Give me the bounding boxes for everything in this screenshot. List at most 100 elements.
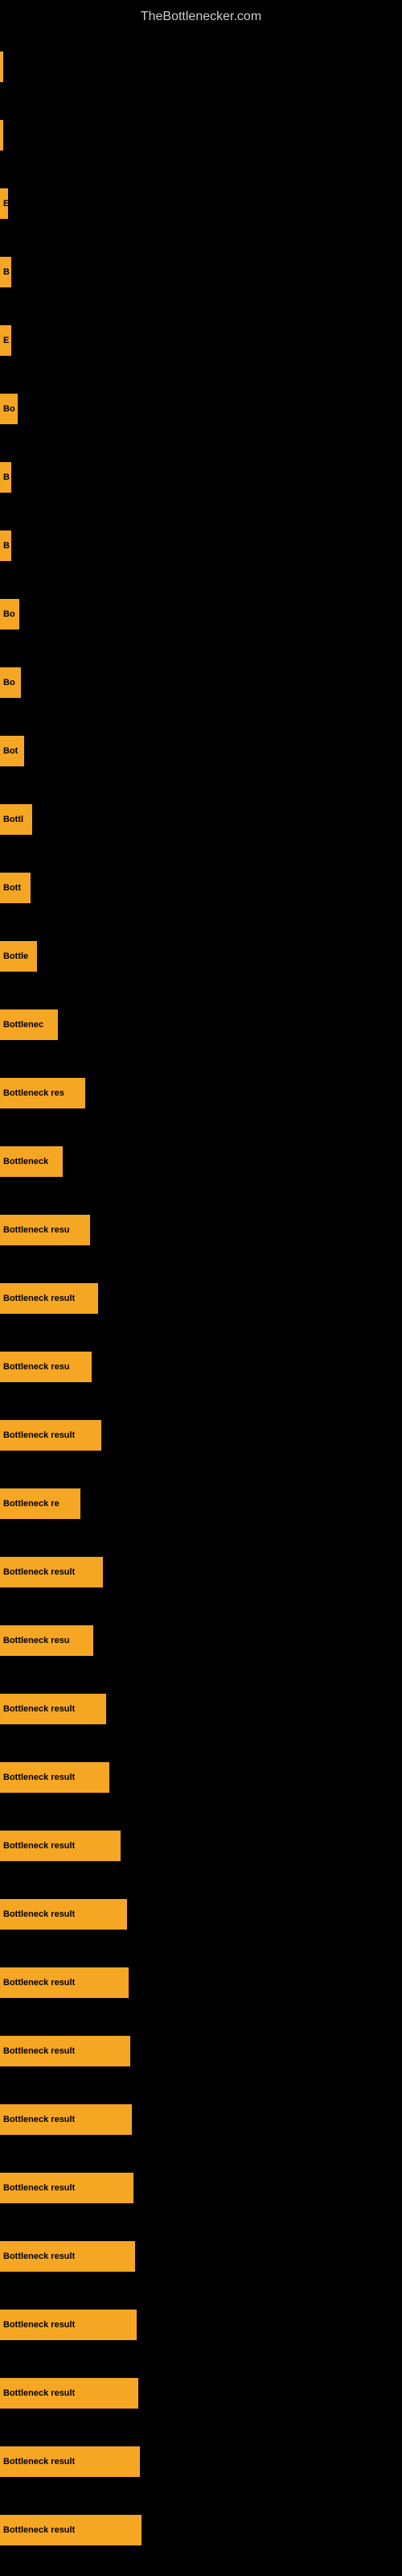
bar-label-29: Bottleneck result [3, 1978, 75, 1988]
bar-label-11: Bot [3, 746, 18, 756]
bar-15: Bottlenec [0, 1009, 58, 1040]
bar-4: B [0, 257, 11, 287]
bar-label-17: Bottleneck [3, 1157, 48, 1166]
bar-row: Bottleneck result [0, 1743, 402, 1811]
bar-19: Bottleneck result [0, 1283, 98, 1314]
bar-label-14: Bottle [3, 952, 28, 961]
bar-9: Bo [0, 599, 19, 630]
bar-label-3: E [3, 199, 8, 208]
bar-31: Bottleneck result [0, 2104, 132, 2135]
bar-13: Bott [0, 873, 31, 903]
bar-23: Bottleneck result [0, 1557, 103, 1587]
bar-row: Bottleneck resu [0, 1195, 402, 1264]
bar-10: Bo [0, 667, 21, 698]
bar-32: Bottleneck result [0, 2173, 133, 2203]
bar-label-31: Bottleneck result [3, 2115, 75, 2124]
bar-label-30: Bottleneck result [3, 2046, 75, 2056]
bar-12: Bottl [0, 804, 32, 835]
bar-label-24: Bottleneck resu [3, 1636, 70, 1645]
bars-container: | | E B E Bo B B Bo Bo Bot Bottl Bott Bottle Bottlenec… [0, 32, 402, 2564]
bar-label-28: Bottleneck result [3, 1909, 75, 1919]
bar-row: Bottleneck result [0, 1880, 402, 1948]
bar-label-7: B [3, 473, 10, 482]
bar-17: Bottleneck [0, 1146, 63, 1177]
bar-37: Bottleneck result [0, 2515, 142, 2545]
bar-29: Bottleneck result [0, 1967, 129, 1998]
bar-28: Bottleneck result [0, 1899, 127, 1930]
bar-label-19: Bottleneck result [3, 1294, 75, 1303]
bar-row: Bottleneck result [0, 2427, 402, 2496]
bar-label-4: B [3, 267, 10, 277]
bar-row: Bottleneck result [0, 2085, 402, 2153]
bar-row: Bottl [0, 785, 402, 853]
bar-row: B [0, 511, 402, 580]
bar-5: E [0, 325, 11, 356]
bar-row: Bot [0, 716, 402, 785]
bar-label-20: Bottleneck resu [3, 1362, 70, 1372]
bar-1: | [0, 52, 3, 82]
bar-label-21: Bottleneck result [3, 1430, 75, 1440]
bar-row: Bottleneck resu [0, 1332, 402, 1401]
bar-row: Bottleneck result [0, 1674, 402, 1743]
bar-label-33: Bottleneck result [3, 2252, 75, 2261]
bar-11: Bot [0, 736, 24, 766]
bar-27: Bottleneck result [0, 1831, 121, 1861]
bar-label-22: Bottleneck re [3, 1499, 59, 1509]
bar-label-16: Bottleneck res [3, 1088, 64, 1098]
bar-row: Bottleneck re [0, 1469, 402, 1538]
bar-row: B [0, 237, 402, 306]
bar-row: Bott [0, 853, 402, 922]
bar-row: Bo [0, 374, 402, 443]
bar-row: Bottleneck result [0, 2017, 402, 2085]
bar-14: Bottle [0, 941, 37, 972]
bar-row: Bottleneck result [0, 2496, 402, 2564]
bar-label-36: Bottleneck result [3, 2457, 75, 2467]
bar-25: Bottleneck result [0, 1694, 106, 1724]
bar-36: Bottleneck result [0, 2446, 140, 2477]
bar-22: Bottleneck re [0, 1488, 80, 1519]
bar-label-25: Bottleneck result [3, 1704, 75, 1714]
bar-label-18: Bottleneck resu [3, 1225, 70, 1235]
bar-row: | [0, 101, 402, 169]
bar-label-35: Bottleneck result [3, 2388, 75, 2398]
bar-label-8: B [3, 541, 10, 551]
bar-row: Bottlenec [0, 990, 402, 1059]
bar-row: Bottleneck resu [0, 1606, 402, 1674]
bar-34: Bottleneck result [0, 2310, 137, 2340]
bar-row: Bottleneck result [0, 1811, 402, 1880]
bar-label-5: E [3, 336, 9, 345]
bar-label-37: Bottleneck result [3, 2525, 75, 2535]
bar-row: Bottleneck result [0, 2359, 402, 2427]
bar-row: Bottleneck result [0, 1264, 402, 1332]
bar-3: E [0, 188, 8, 219]
bar-2: | [0, 120, 3, 151]
bar-21: Bottleneck result [0, 1420, 101, 1451]
site-title: TheBottlenecker.com [0, 3, 402, 31]
bar-row: Bottleneck result [0, 1948, 402, 2017]
bar-label-32: Bottleneck result [3, 2183, 75, 2193]
bar-row: Bottleneck result [0, 2222, 402, 2290]
bar-row: E [0, 306, 402, 374]
bar-row: Bo [0, 648, 402, 716]
bar-6: Bo [0, 394, 18, 424]
bar-18: Bottleneck resu [0, 1215, 90, 1245]
bar-24: Bottleneck resu [0, 1625, 93, 1656]
bar-8: B [0, 530, 11, 561]
bar-label-12: Bottl [3, 815, 23, 824]
bar-26: Bottleneck result [0, 1762, 109, 1793]
bar-row: Bottleneck result [0, 2153, 402, 2222]
bar-label-27: Bottleneck result [3, 1841, 75, 1851]
bar-row: Bottleneck result [0, 2290, 402, 2359]
bar-label-34: Bottleneck result [3, 2320, 75, 2330]
bar-row: Bottleneck result [0, 1538, 402, 1606]
bar-16: Bottleneck res [0, 1078, 85, 1108]
bar-35: Bottleneck result [0, 2378, 138, 2409]
bar-row: Bottleneck res [0, 1059, 402, 1127]
bar-row: E [0, 169, 402, 237]
bar-row: Bottle [0, 922, 402, 990]
bar-20: Bottleneck resu [0, 1352, 92, 1382]
bar-30: Bottleneck result [0, 2036, 130, 2066]
bar-label-23: Bottleneck result [3, 1567, 75, 1577]
bar-label-9: Bo [3, 609, 15, 619]
bar-label-6: Bo [3, 404, 15, 414]
